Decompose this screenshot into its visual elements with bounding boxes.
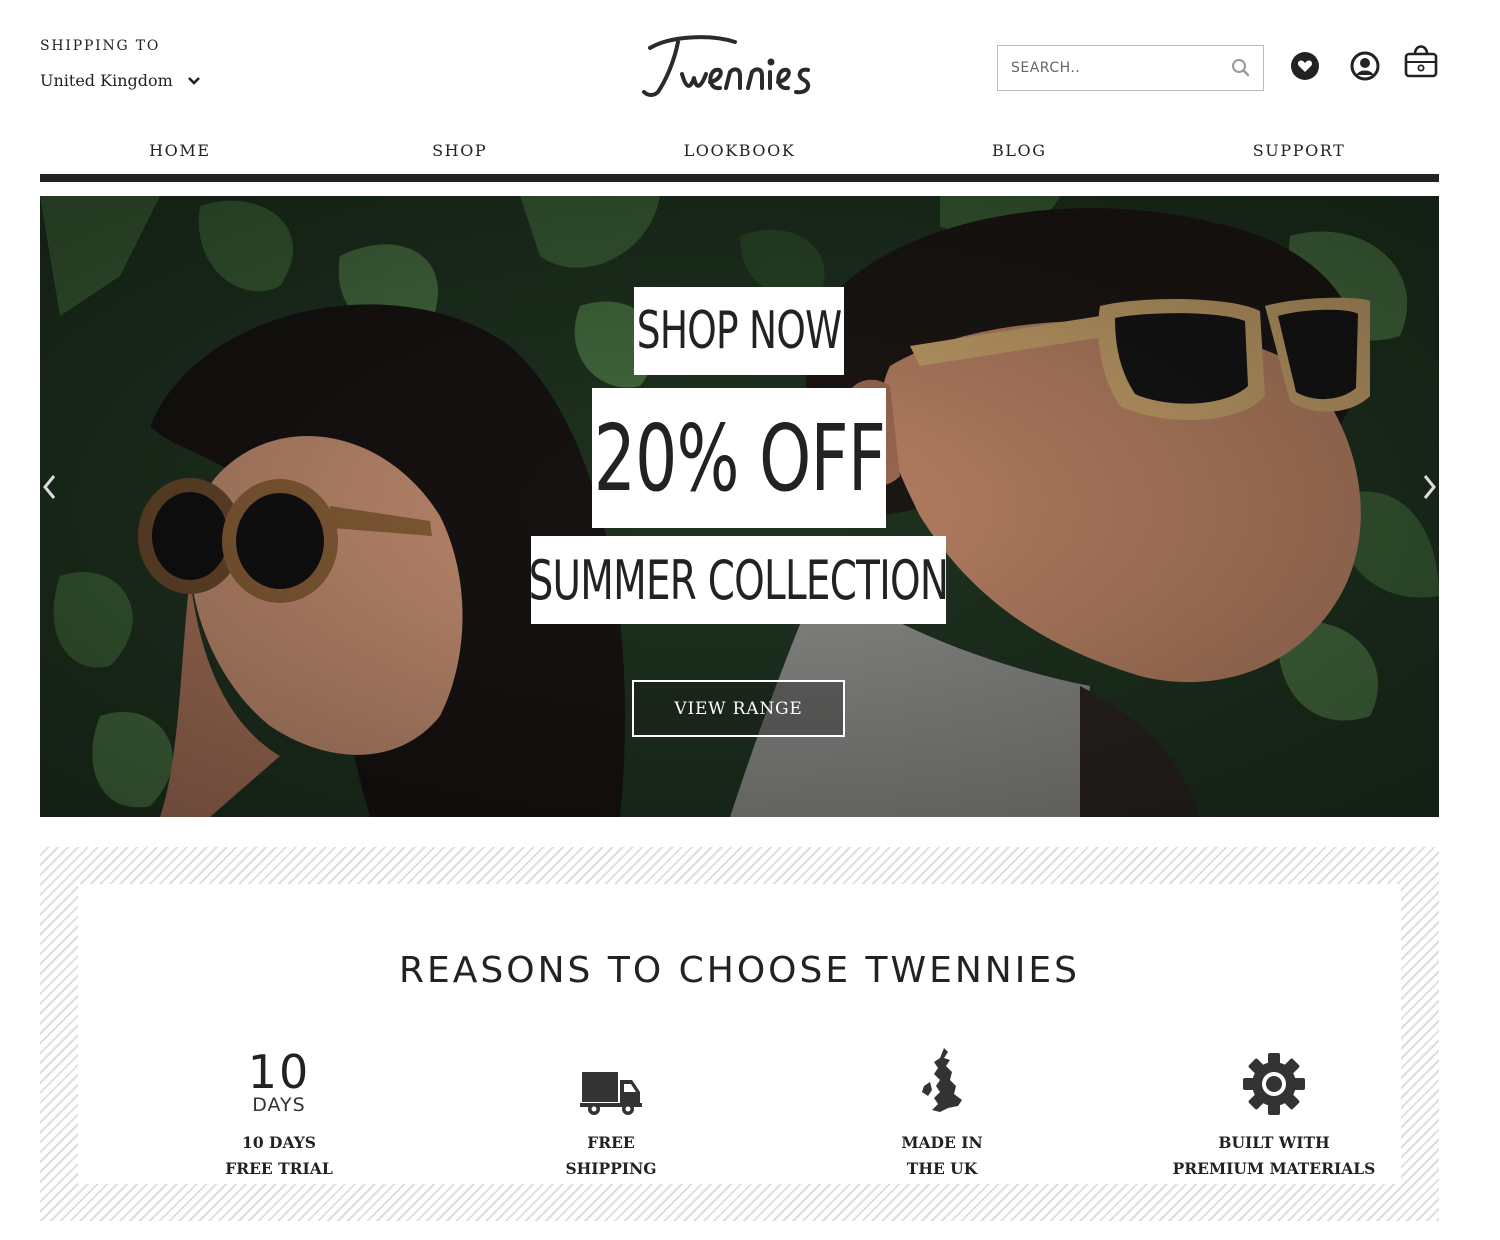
nav-home[interactable]: HOME bbox=[40, 128, 320, 174]
feature-line2: SHIPPING bbox=[565, 1159, 657, 1178]
shipping-label: SHIPPING TO bbox=[40, 38, 161, 54]
hero-headline-discount: 20% OFF bbox=[592, 388, 886, 528]
carousel-prev-icon[interactable] bbox=[40, 472, 60, 502]
feature-line2: THE UK bbox=[906, 1159, 978, 1178]
feature-line1: 10 DAYS bbox=[242, 1133, 316, 1152]
feature-line1: MADE IN bbox=[901, 1133, 983, 1152]
search-box[interactable] bbox=[997, 45, 1264, 91]
feature-line1: FREE bbox=[587, 1133, 635, 1152]
cart-button[interactable] bbox=[1403, 42, 1439, 78]
reasons-section: REASONS TO CHOOSE TWENNIES 10 DAYS 10 DA… bbox=[40, 847, 1439, 1221]
site-logo[interactable] bbox=[600, 22, 880, 112]
feature-line1: BUILT WITH bbox=[1218, 1133, 1330, 1152]
country-dropdown[interactable]: United Kingdom bbox=[40, 71, 201, 90]
wishlist-button[interactable] bbox=[1287, 48, 1323, 84]
days-label: DAYS bbox=[252, 1094, 306, 1116]
ten-days-icon: 10 DAYS bbox=[129, 1036, 429, 1116]
hero-line1-text: SHOP NOW bbox=[636, 301, 842, 361]
nav-blog[interactable]: BLOG bbox=[879, 128, 1159, 174]
reasons-panel: REASONS TO CHOOSE TWENNIES 10 DAYS 10 DA… bbox=[78, 884, 1401, 1184]
main-nav: HOME SHOP LOOKBOOK BLOG SUPPORT bbox=[40, 128, 1439, 174]
carousel-next-icon[interactable] bbox=[1419, 472, 1439, 502]
country-value: United Kingdom bbox=[40, 71, 173, 90]
search-icon[interactable] bbox=[1231, 58, 1251, 78]
nav-lookbook[interactable]: LOOKBOOK bbox=[600, 128, 880, 174]
feature-line2: PREMIUM MATERIALS bbox=[1172, 1159, 1376, 1178]
uk-map-icon bbox=[922, 1048, 962, 1112]
feature-free-trial: 10 DAYS 10 DAYS FREE TRIAL bbox=[129, 1036, 429, 1182]
nav-divider bbox=[40, 174, 1439, 182]
hero-headline-shop-now: SHOP NOW bbox=[634, 287, 844, 375]
shipping-selector: SHIPPING TO United Kingdom bbox=[40, 38, 201, 90]
user-icon bbox=[1350, 51, 1380, 81]
nav-shop[interactable]: SHOP bbox=[320, 128, 600, 174]
feature-line2: FREE TRIAL bbox=[225, 1159, 333, 1178]
hero-line3-text: SUMMER COLLECTION bbox=[528, 548, 949, 612]
heart-icon bbox=[1291, 52, 1319, 80]
logo-wordmark bbox=[642, 35, 811, 97]
feature-free-shipping: FREE SHIPPING bbox=[461, 1036, 761, 1182]
reasons-title: REASONS TO CHOOSE TWENNIES bbox=[399, 950, 1080, 991]
feature-premium-materials: BUILT WITH PREMIUM MATERIALS bbox=[1124, 1036, 1424, 1182]
chevron-down-icon bbox=[187, 76, 200, 85]
hero-line2-text: 20% OFF bbox=[593, 404, 885, 512]
feature-made-in-uk: MADE IN THE UK bbox=[792, 1036, 1092, 1182]
account-button[interactable] bbox=[1347, 48, 1383, 84]
gear-icon bbox=[1243, 1053, 1305, 1115]
truck-icon bbox=[580, 1072, 642, 1115]
hero-banner: SHOP NOW 20% OFF SUMMER COLLECTION VIEW … bbox=[40, 196, 1439, 817]
shopping-bag-icon bbox=[1404, 45, 1438, 78]
nav-support[interactable]: SUPPORT bbox=[1159, 128, 1439, 174]
view-range-button[interactable]: VIEW RANGE bbox=[632, 680, 845, 737]
hero-headline-collection: SUMMER COLLECTION bbox=[528, 536, 949, 624]
days-number: 10 bbox=[247, 1045, 311, 1099]
search-input[interactable] bbox=[1011, 60, 1231, 76]
